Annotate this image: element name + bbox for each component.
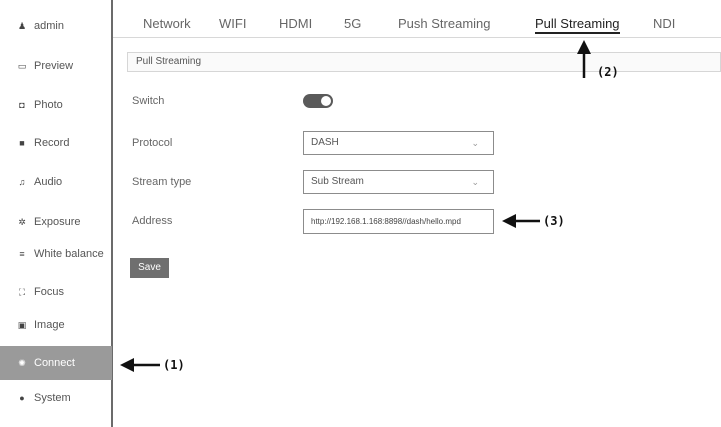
- tab-hdmi[interactable]: HDMI: [279, 16, 312, 31]
- sidebar-item-label: System: [34, 392, 71, 404]
- tab-push-streaming[interactable]: Push Streaming: [398, 16, 491, 31]
- protocol-label: Protocol: [132, 137, 173, 149]
- sidebar: ♟ admin ▭ Preview ◘ Photo ■ Record ♫ Aud…: [0, 0, 113, 427]
- white-balance-icon: ≡: [19, 249, 25, 259]
- annotation-label-3: (3): [543, 214, 565, 228]
- system-icon: ●: [19, 393, 25, 403]
- record-icon: ■: [19, 138, 25, 148]
- tab-network[interactable]: Network: [143, 16, 191, 31]
- tab-ndi[interactable]: NDI: [653, 16, 675, 31]
- image-icon: ▣: [17, 319, 27, 330]
- protocol-select[interactable]: DASH ⌄: [303, 131, 494, 155]
- save-button[interactable]: Save: [130, 258, 169, 278]
- exposure-icon: ✲: [18, 216, 26, 227]
- connect-icon: ✺: [18, 357, 26, 368]
- camera-icon: ◘: [19, 100, 25, 110]
- chevron-down-icon: ⌄: [471, 177, 479, 187]
- sidebar-item-photo[interactable]: ◘ Photo: [0, 88, 112, 122]
- sidebar-item-label: Preview: [34, 60, 74, 72]
- sidebar-item-audio[interactable]: ♫ Audio: [0, 165, 112, 199]
- switch-toggle[interactable]: [303, 94, 333, 108]
- section-title: Pull Streaming: [127, 52, 721, 72]
- sidebar-item-label: admin: [34, 20, 64, 32]
- address-label: Address: [132, 215, 173, 227]
- sidebar-item-label: Connect: [34, 357, 75, 369]
- sidebar-item-exposure[interactable]: ✲ Exposure: [0, 205, 112, 239]
- stream-type-value: Sub Stream: [311, 176, 364, 187]
- sidebar-item-label: Image: [34, 319, 65, 331]
- chevron-down-icon: ⌄: [471, 138, 479, 148]
- tab-bar: Network WIFI HDMI 5G Push Streaming Pull…: [113, 0, 721, 38]
- sidebar-item-system[interactable]: ● System: [0, 381, 112, 415]
- sidebar-item-label: Audio: [34, 176, 63, 188]
- sidebar-item-label: Focus: [34, 286, 64, 298]
- preview-icon: ▭: [17, 60, 27, 71]
- user-icon: ♟: [17, 20, 27, 31]
- tab-5g[interactable]: 5G: [344, 16, 361, 31]
- sidebar-item-image[interactable]: ▣ Image: [0, 308, 112, 342]
- sidebar-item-label: Exposure: [34, 216, 81, 228]
- main-panel: Network WIFI HDMI 5G Push Streaming Pull…: [113, 0, 721, 427]
- stream-type-select[interactable]: Sub Stream ⌄: [303, 170, 494, 194]
- focus-icon: ⛶: [18, 286, 26, 297]
- audio-icon: ♫: [18, 177, 26, 187]
- annotation-label-1: (1): [163, 358, 185, 372]
- switch-label: Switch: [132, 95, 165, 107]
- sidebar-item-record[interactable]: ■ Record: [0, 126, 112, 160]
- sidebar-item-preview[interactable]: ▭ Preview: [0, 49, 112, 83]
- stream-type-label: Stream type: [132, 176, 192, 188]
- sidebar-item-white-balance[interactable]: ≡ White balance: [0, 237, 112, 271]
- toggle-knob: [321, 96, 331, 106]
- tab-wifi[interactable]: WIFI: [219, 16, 246, 31]
- tab-pull-streaming[interactable]: Pull Streaming: [535, 16, 620, 34]
- protocol-value: DASH: [311, 137, 339, 148]
- sidebar-item-label: Photo: [34, 99, 63, 111]
- sidebar-item-admin[interactable]: ♟ admin: [0, 9, 112, 43]
- address-input[interactable]: http://192.168.1.168:8898//dash/hello.mp…: [303, 209, 494, 234]
- sidebar-item-label: Record: [34, 137, 70, 149]
- annotation-label-2: (2): [597, 65, 619, 79]
- sidebar-item-label: White balance: [34, 248, 104, 260]
- sidebar-item-connect[interactable]: ✺ Connect: [0, 346, 112, 380]
- sidebar-item-focus[interactable]: ⛶ Focus: [0, 275, 112, 309]
